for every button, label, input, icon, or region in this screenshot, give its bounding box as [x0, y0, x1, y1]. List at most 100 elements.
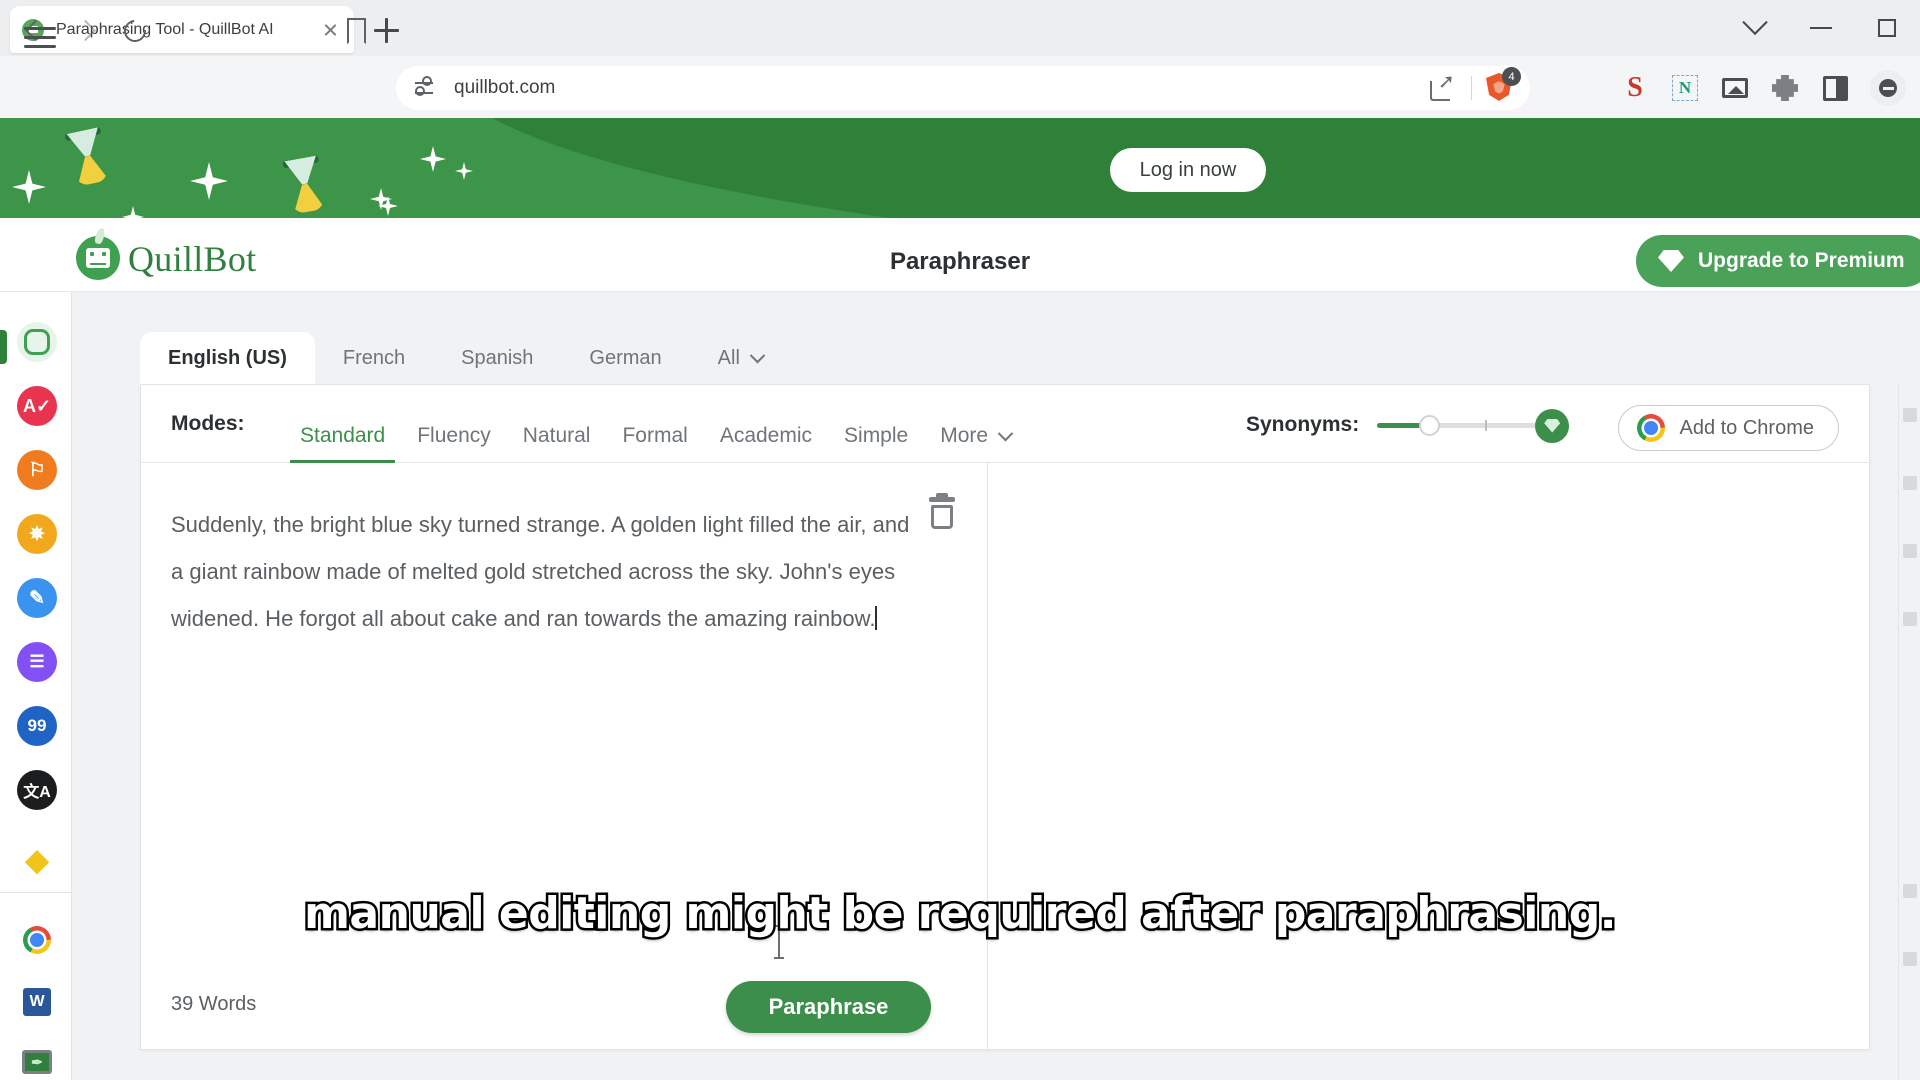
chrome-logo-icon [1637, 414, 1666, 442]
sidebar-item-co-writer[interactable]: ✎ [17, 578, 57, 618]
mode-standard[interactable]: Standard [284, 409, 401, 463]
omnibox-actions: 4 [1427, 67, 1521, 103]
hamburger-menu-icon[interactable] [20, 24, 60, 52]
language-tab-german[interactable]: German [561, 332, 689, 384]
rail-icon[interactable] [1903, 476, 1917, 490]
forward-arrow-icon[interactable] [68, 14, 102, 48]
editor-split: Suddenly, the bright blue sky turned str… [141, 463, 1869, 1049]
language-tab-all-label: All [717, 346, 740, 369]
paraphrase-button[interactable]: Paraphrase [726, 981, 931, 1033]
address-bar[interactable]: quillbot.com 4 [396, 66, 1530, 110]
paraphraser-icon [24, 329, 50, 355]
notion-extension-icon[interactable]: N [1670, 73, 1700, 103]
mode-fluency[interactable]: Fluency [401, 409, 507, 463]
synonyms-control: Synonyms: [1246, 408, 1570, 443]
cast-icon[interactable] [1720, 73, 1750, 103]
sidebar-item-premium[interactable]: ◆ [17, 840, 57, 880]
upgrade-to-premium-button[interactable]: Upgrade to Premium [1636, 235, 1920, 287]
upgrade-button-label: Upgrade to Premium [1698, 249, 1905, 272]
sparkle-icon [190, 162, 228, 200]
language-tab-french[interactable]: French [315, 332, 433, 384]
extensions-puzzle-icon[interactable] [1770, 73, 1800, 103]
promo-banner[interactable]: Just landed: exclusive offers Log in to … [0, 118, 1920, 218]
rail-icon[interactable] [1903, 544, 1917, 558]
paraphraser-card: Modes: Standard Fluency Natural Formal A… [140, 384, 1870, 1050]
word-count: 39 Words [171, 993, 257, 1015]
sparkle-icon [12, 170, 46, 204]
chevron-down-icon [997, 425, 1014, 441]
share-icon[interactable] [1427, 69, 1457, 103]
summarizer-icon: ☰ [29, 652, 45, 671]
mode-natural[interactable]: Natural [507, 409, 607, 463]
sidebar-item-desktop-app[interactable]: ✒ [17, 1042, 57, 1080]
mode-academic[interactable]: Academic [704, 409, 828, 463]
input-textarea[interactable]: Suddenly, the bright blue sky turned str… [171, 501, 917, 642]
sidebar-item-plagiarism-checker[interactable]: ⚐ [17, 450, 57, 490]
plagiarism-icon: ⚐ [28, 459, 46, 481]
sidebar-item-citation-generator[interactable]: 99 [17, 706, 57, 746]
input-text: Suddenly, the bright blue sky turned str… [171, 512, 910, 631]
page-title: Paraphraser [889, 248, 1031, 275]
rail-icon[interactable] [1903, 952, 1917, 966]
chevron-down-icon[interactable] [1722, 0, 1788, 56]
desktop-app-icon: ✒ [22, 1050, 52, 1074]
modes-list: Standard Fluency Natural Formal Academic… [284, 409, 1027, 463]
trash-icon[interactable] [927, 493, 957, 529]
language-tab-english-us[interactable]: English (US) [140, 332, 315, 384]
mode-more[interactable]: More [924, 409, 1027, 463]
site-settings-icon[interactable] [412, 76, 436, 100]
profile-avatar[interactable] [1870, 70, 1906, 106]
sidebar-item-ai-detector[interactable]: ✵ [17, 514, 57, 554]
diamond-icon [1544, 418, 1561, 433]
caption-overlay: manual editing might be required after p… [302, 886, 1619, 942]
maximize-icon[interactable] [1854, 0, 1920, 56]
language-tab-all[interactable]: All [690, 332, 791, 384]
input-pane[interactable]: Suddenly, the bright blue sky turned str… [141, 463, 987, 1049]
grammar-check-icon: A✓ [22, 395, 52, 416]
translate-icon: 文A [23, 784, 51, 801]
modes-label: Modes: [171, 412, 245, 435]
chevron-down-icon [749, 347, 766, 363]
input-footer: 39 Words Paraphrase [141, 961, 987, 1049]
url-text: quillbot.com [454, 77, 556, 98]
language-tabs: English (US) French Spanish German All [140, 332, 791, 384]
window-controls [1722, 0, 1920, 56]
text-caret [875, 606, 877, 630]
sparkle-icon [455, 162, 473, 180]
active-indicator [0, 330, 7, 364]
new-tab-button[interactable] [370, 14, 402, 46]
add-to-chrome-button[interactable]: Add to Chrome [1618, 405, 1839, 451]
left-sidebar: A✓ ⚐ ✵ ✎ ☰ 99 文A ◆ W ✒ [0, 292, 72, 1080]
sidebar-item-paraphraser[interactable] [17, 322, 57, 362]
brave-shield-icon[interactable]: 4 [1486, 67, 1521, 103]
sidebar-item-summarizer[interactable]: ☰ [17, 642, 57, 682]
diamond-icon: ◆ [25, 843, 49, 877]
mode-more-label: More [940, 424, 989, 447]
sidebar-item-grammar-checker[interactable]: A✓ [17, 386, 57, 426]
output-pane[interactable] [988, 463, 1869, 1049]
log-in-now-button[interactable]: Log in now [1110, 148, 1266, 192]
side-panel-icon[interactable] [1820, 73, 1850, 103]
sidebar-item-word-addin[interactable]: W [17, 982, 57, 1022]
diamond-icon [1658, 250, 1684, 272]
reload-icon[interactable] [118, 14, 152, 48]
mode-formal[interactable]: Formal [606, 409, 703, 463]
rail-icon[interactable] [1903, 612, 1917, 626]
close-icon[interactable] [320, 19, 342, 41]
minimize-icon[interactable] [1788, 0, 1854, 56]
browser-tab[interactable]: Paraphrasing Tool - QuillBot AI [10, 6, 354, 53]
synonyms-premium-end-icon[interactable] [1535, 408, 1570, 443]
sparkle-icon [122, 206, 144, 218]
mode-simple[interactable]: Simple [828, 409, 924, 463]
hourglass-icon [280, 155, 329, 217]
language-tab-spanish[interactable]: Spanish [433, 332, 561, 384]
hourglass-icon [63, 126, 114, 189]
divider [1471, 76, 1472, 100]
rail-icon[interactable] [1903, 408, 1917, 422]
seo-extension-icon[interactable]: S [1620, 73, 1650, 103]
word-icon: W [23, 988, 51, 1016]
synonyms-slider[interactable] [1377, 408, 1570, 443]
slider-tick [1485, 419, 1488, 431]
sidebar-item-translator[interactable]: 文A [17, 770, 57, 810]
slider-handle[interactable] [1419, 414, 1441, 436]
